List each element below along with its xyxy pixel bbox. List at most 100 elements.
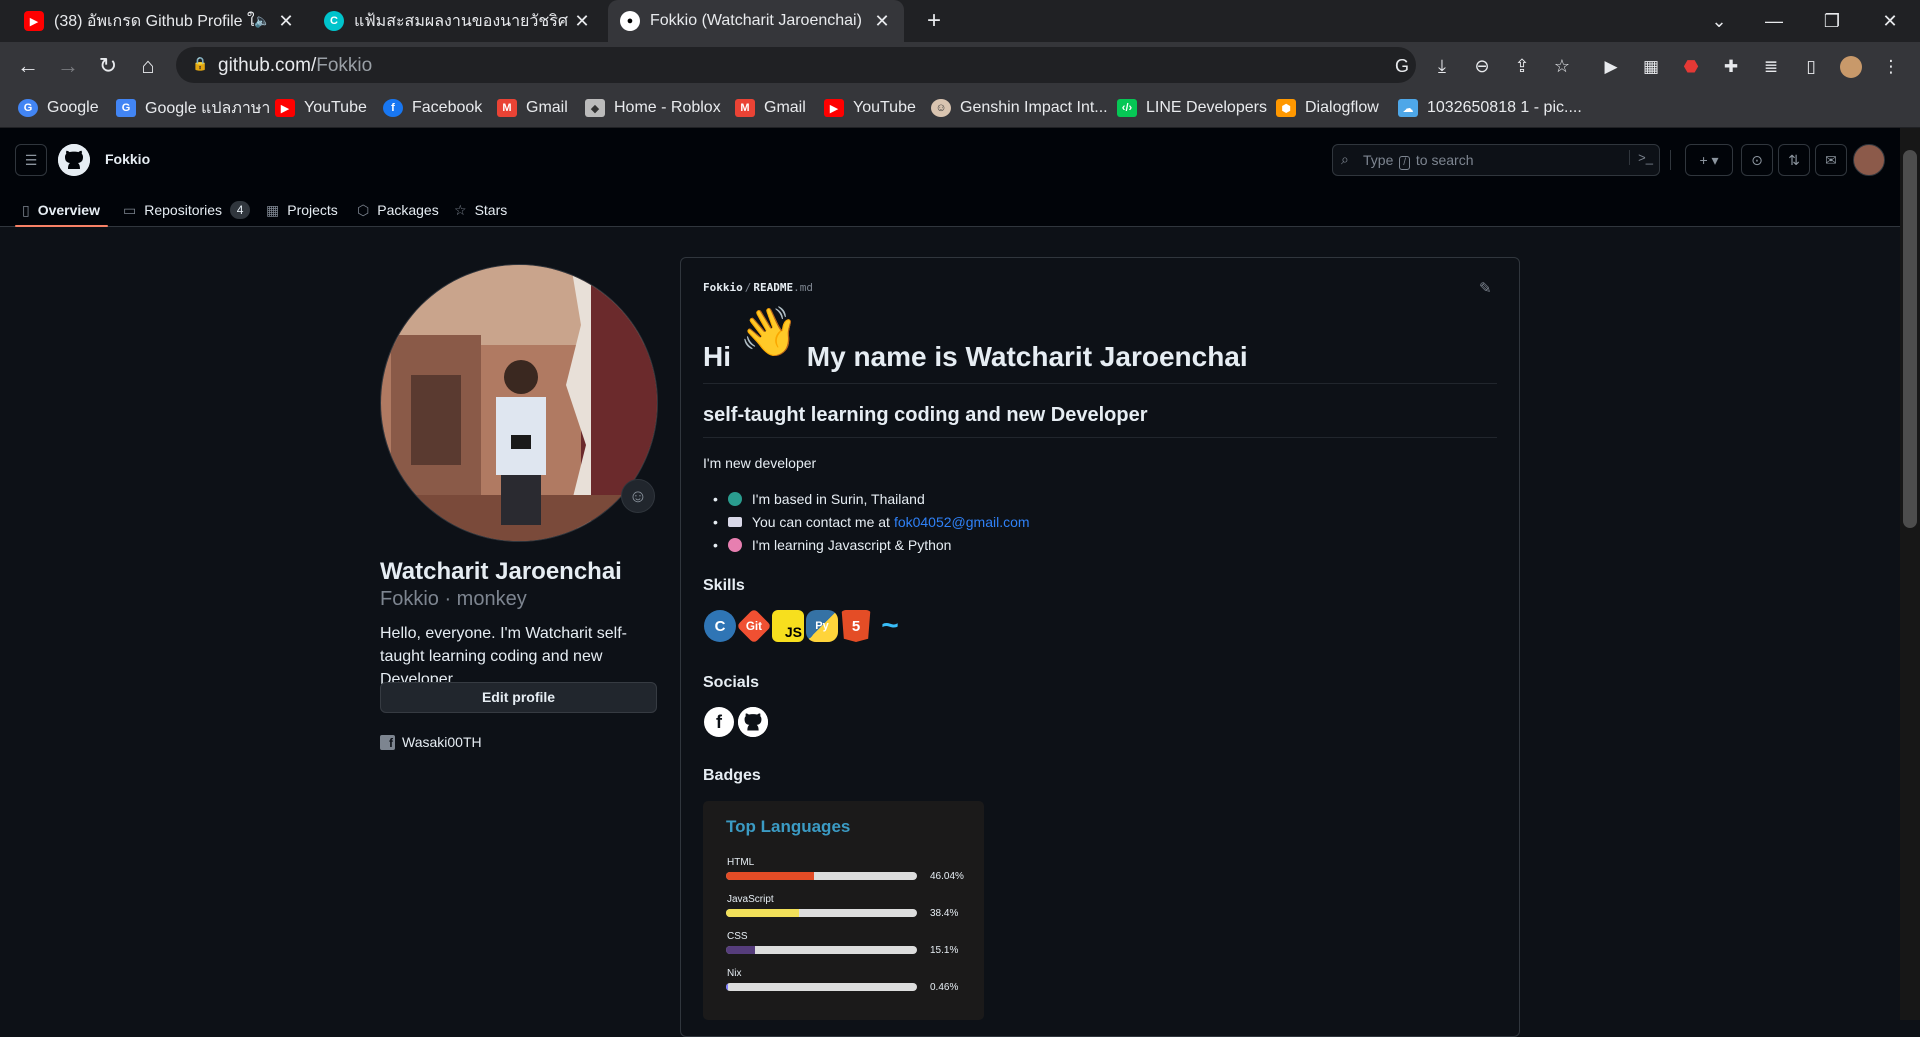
pull-requests-icon[interactable]: ⇅ [1778, 144, 1810, 176]
restore-button[interactable]: ❐ [1812, 6, 1852, 36]
github-logo-icon[interactable] [58, 144, 90, 176]
tailwind-icon[interactable]: ~ [874, 609, 906, 642]
lock-icon[interactable]: 🔒 [192, 56, 208, 72]
header-username[interactable]: Fokkio [105, 151, 150, 167]
search-input[interactable]: ⌕ Type / to search >_ [1332, 144, 1660, 176]
language-bar [726, 946, 917, 954]
bookmark-gmail-2[interactable]: M Gmail [735, 97, 806, 119]
bookmark-gmail[interactable]: M Gmail [497, 97, 568, 119]
media-control-icon[interactable]: ≣ [1760, 56, 1782, 78]
chrome-menu-icon[interactable]: ⋮ [1880, 56, 1902, 78]
command-palette-icon[interactable]: >_ [1629, 150, 1653, 165]
bookmark-youtube[interactable]: ▶ YouTube [275, 97, 367, 119]
bookmark-google-translate[interactable]: G Google แปลภาษา [116, 97, 270, 119]
adblock-extension-icon[interactable]: ⬣ [1680, 56, 1702, 78]
c-icon[interactable]: C [704, 610, 736, 642]
git-icon[interactable]: Git [736, 608, 772, 644]
socials-title: Socials [703, 674, 760, 691]
python-icon[interactable]: Py [806, 610, 838, 642]
close-window-button[interactable]: ✕ [1870, 6, 1910, 36]
home-button[interactable]: ⌂ [132, 50, 164, 82]
waving-hand-icon: 👋 [739, 306, 799, 359]
profile-username: Fokkio · monkey [380, 588, 527, 610]
bookmark-star-icon[interactable]: ☆ [1550, 54, 1574, 78]
language-bar-fill [726, 909, 800, 917]
edit-readme-pencil-icon[interactable]: ✎ [1479, 279, 1492, 297]
close-tab-icon[interactable]: ✕ [276, 11, 296, 32]
line-icon: ‹/› [1117, 99, 1137, 117]
list-item: I'm learning Javascript & Python [713, 533, 1030, 556]
globe-icon [727, 491, 742, 506]
user-avatar[interactable] [1853, 144, 1885, 176]
chrome-profile-avatar[interactable] [1840, 56, 1862, 78]
scrollbar-thumb[interactable] [1903, 150, 1917, 528]
minimize-button[interactable]: — [1754, 6, 1794, 36]
bookmark-youtube-2[interactable]: ▶ YouTube [824, 97, 916, 119]
bookmark-facebook[interactable]: f Facebook [383, 97, 482, 119]
youtube-icon: ▶ [275, 99, 295, 117]
tab-projects[interactable]: ▦ Projects [266, 194, 338, 226]
cursor-extension-icon[interactable]: ▶ [1600, 56, 1622, 78]
bookmark-roblox[interactable]: ◆ Home - Roblox [585, 97, 721, 119]
browser-tab-bar: ▶ (38) อัพเกรด Github Profile ให้ 🔈 ✕ C … [0, 0, 1920, 42]
share-icon[interactable]: ⇪ [1510, 54, 1534, 78]
bookmark-genshin[interactable]: ☺ Genshin Impact Int... [931, 97, 1108, 119]
tab-overview[interactable]: ▯ Overview [22, 194, 100, 226]
tab-packages[interactable]: ⬡ Packages [357, 194, 439, 226]
browser-toolbar: ← → ↻ ⌂ 🔒 github.com/Fokkio G ⤓ ⊖ ⇪ ☆ ▶ … [0, 42, 1920, 88]
genshin-icon: ☺ [931, 99, 951, 117]
tab-repositories[interactable]: ▭ Repositories 4 [123, 194, 251, 226]
close-tab-icon[interactable]: ✕ [872, 11, 892, 32]
html5-icon[interactable]: 5 [841, 610, 871, 642]
extensions-puzzle-icon[interactable]: ✚ [1720, 56, 1742, 78]
bookmark-image[interactable]: ☁ 1032650818 1 - pic.... [1398, 97, 1582, 119]
bookmark-dialogflow[interactable]: ⬢ Dialogflow [1276, 97, 1379, 119]
hamburger-menu-button[interactable]: ☰ [15, 144, 47, 176]
language-row-nix: Nix 0.46% [726, 968, 959, 993]
facebook-icon[interactable]: f [704, 707, 734, 737]
email-link[interactable]: fok04052@gmail.com [894, 514, 1030, 530]
github-icon[interactable] [738, 707, 768, 737]
readme-heading: Hi 👋 My name is Watcharit Jaroenchai [703, 306, 1497, 384]
profile-social-link[interactable]: f Wasaki00TH [380, 733, 482, 751]
forward-button[interactable]: → [52, 50, 84, 82]
browser-tab-github[interactable]: ● Fokkio (Watcharit Jaroenchai) ✕ [608, 0, 904, 42]
youtube-icon: ▶ [24, 11, 44, 31]
zoom-icon[interactable]: ⊖ [1470, 54, 1494, 78]
browser-tab-canva[interactable]: C แฟ้มสะสมผลงานของนายวัชริศ เจริญชัย ✕ [312, 0, 604, 42]
close-tab-icon[interactable]: ✕ [572, 11, 592, 32]
profile-bio: Hello, everyone. I'm Watcharit self-taug… [380, 625, 627, 688]
set-status-emoji-button[interactable]: ☺ [621, 479, 655, 513]
edit-profile-button[interactable]: Edit profile [380, 682, 657, 713]
bookmark-line-developers[interactable]: ‹/› LINE Developers [1117, 97, 1267, 119]
install-app-icon[interactable]: ⤓ [1430, 54, 1454, 78]
top-languages-card: Top Languages HTML 46.04% JavaScript 38.… [703, 801, 984, 1020]
tab-search-chevron-icon[interactable]: ⌄ [1699, 6, 1739, 36]
browser-tab-youtube[interactable]: ▶ (38) อัพเกรด Github Profile ให้ 🔈 ✕ [12, 0, 308, 42]
list-item: You can contact me atfok04052@gmail.com [713, 510, 1030, 533]
language-row-html: HTML 46.04% [726, 857, 964, 882]
address-bar[interactable]: 🔒 github.com/Fokkio G ⤓ ⊖ ⇪ ☆ [176, 47, 1570, 83]
google-lens-icon[interactable]: G [1390, 54, 1414, 78]
repo-count-badge: 4 [230, 201, 251, 219]
language-bar [726, 983, 917, 991]
speaker-icon[interactable]: 🔈 [254, 13, 276, 29]
tab-stars[interactable]: ☆ Stars [454, 194, 507, 226]
inbox-icon[interactable]: ✉ [1815, 144, 1847, 176]
language-row-javascript: JavaScript 38.4% [726, 894, 959, 919]
javascript-icon[interactable]: JS [772, 610, 804, 642]
skills-icons: C Git JS Py 5 ~ [704, 608, 906, 644]
issues-icon[interactable]: ⊙ [1741, 144, 1773, 176]
reload-button[interactable]: ↻ [92, 50, 124, 82]
profile-avatar[interactable] [380, 264, 658, 542]
language-bar-fill [726, 946, 755, 954]
crumb-user-link[interactable]: Fokkio [703, 281, 743, 294]
back-button[interactable]: ← [12, 50, 44, 82]
brain-icon [727, 537, 742, 552]
side-panel-icon[interactable]: ▯ [1800, 56, 1822, 78]
create-new-button[interactable]: + ▾ [1685, 144, 1733, 176]
colorpicker-extension-icon[interactable]: ▦ [1640, 56, 1662, 78]
bookmark-google[interactable]: G Google [18, 97, 99, 119]
new-tab-button[interactable]: + [914, 6, 954, 36]
gmail-icon: M [497, 99, 517, 117]
